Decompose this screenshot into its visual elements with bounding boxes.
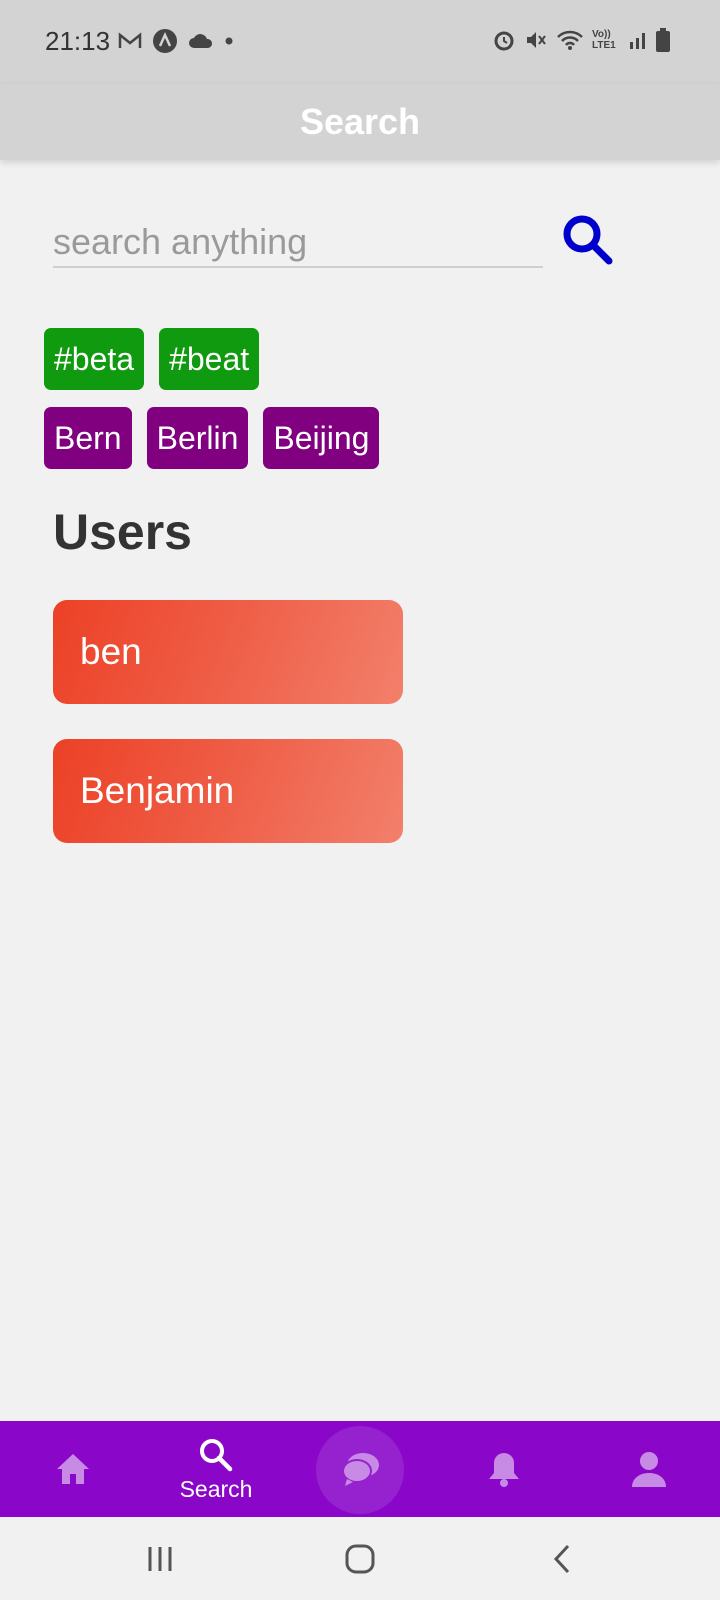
bell-icon [489,1453,519,1487]
nav-chat[interactable] [300,1421,420,1517]
signal-icon [630,33,645,49]
nav-search-label: Search [179,1475,253,1502]
home-icon [57,1454,89,1484]
search-button[interactable] [558,210,622,274]
search-row [53,210,623,270]
gmail-icon [118,32,142,48]
users-section-title: Users [53,504,192,560]
place-chip[interactable]: Bern [44,407,132,469]
recents-icon [148,1547,172,1571]
back-icon [553,1544,570,1574]
chat-icon [342,1453,379,1486]
system-nav [0,1517,720,1600]
nav-search[interactable]: Search [156,1421,276,1517]
alarm-icon [494,31,514,51]
back-button[interactable] [532,1535,592,1583]
bottom-nav: Search [0,1421,720,1517]
home-button[interactable] [330,1535,390,1583]
volte-label: Vo)) LTE1 [592,29,616,51]
place-chips: Bern Berlin Beijing [44,407,394,469]
search-icon [563,215,613,265]
status-time: 21:13 [45,26,111,56]
wifi-icon [557,30,583,50]
profile-icon [632,1452,666,1487]
hashtag-chip[interactable]: #beta [44,328,145,390]
user-card[interactable]: ben [53,600,403,704]
dot-icon [225,37,233,45]
page-title: Search [299,101,421,142]
nav-home[interactable] [13,1421,133,1517]
app-bar: Search [0,84,720,160]
search-icon [200,1438,233,1471]
search-input[interactable] [53,218,543,268]
cloud-icon [189,34,213,48]
status-bar: 21:13 Vo)) LTE1 [0,0,720,84]
recents-button[interactable] [130,1535,190,1583]
hashtag-chips: #beta #beat [44,328,274,390]
battery-icon [656,28,670,52]
place-chip[interactable]: Berlin [146,407,249,469]
user-card[interactable]: Benjamin [53,739,403,843]
place-chip[interactable]: Beijing [263,407,380,469]
hashtag-chip[interactable]: #beat [159,328,260,390]
app-a-icon [153,29,177,53]
nav-profile[interactable] [589,1421,709,1517]
home-circle-icon [345,1544,375,1574]
mute-icon [527,32,546,48]
nav-notifications[interactable] [444,1421,564,1517]
